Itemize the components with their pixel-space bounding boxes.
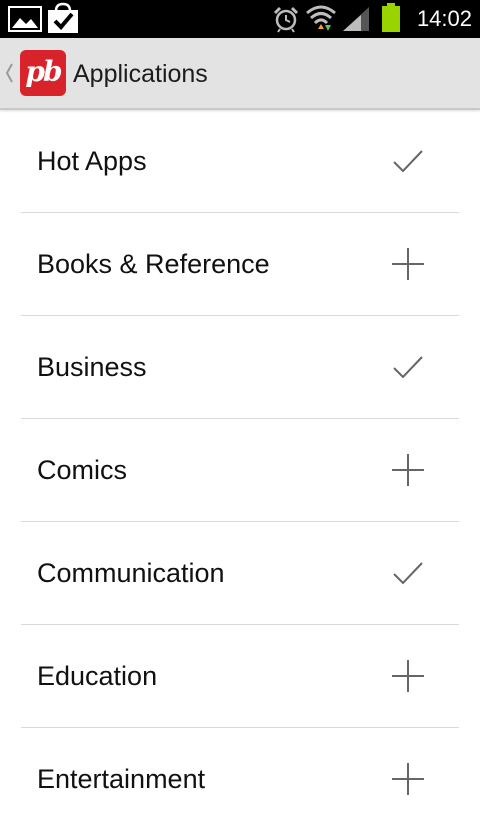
plus-icon[interactable] [392, 763, 424, 795]
list-item-label: Entertainment [37, 764, 206, 794]
status-time: 14:02 [416, 6, 472, 31]
list-item-label: Books & Reference [37, 249, 270, 279]
list-item-label: Hot Apps [37, 146, 147, 176]
checkmark-icon[interactable] [392, 145, 424, 177]
checkmark-icon[interactable] [392, 557, 424, 589]
alarm-icon [272, 5, 300, 38]
list-item-label: Comics [37, 455, 128, 485]
list-item-label: Communication [37, 558, 225, 588]
plus-icon[interactable] [392, 454, 424, 486]
list-item[interactable]: Books & Reference [0, 213, 480, 316]
gallery-icon [8, 6, 42, 37]
signal-icon [341, 5, 371, 38]
status-bar: 14:02 [0, 0, 480, 38]
list-item[interactable]: Education [0, 625, 480, 728]
list-item[interactable]: Hot Apps [0, 110, 480, 213]
battery-icon [381, 3, 401, 38]
list-item[interactable]: Comics [0, 419, 480, 522]
list-item-label: Education [37, 661, 158, 691]
checkmark-icon[interactable] [392, 351, 424, 383]
category-list: Hot Apps Books & Reference Business Comi… [0, 110, 480, 831]
action-bar: pb Applications [0, 38, 480, 110]
list-item[interactable]: Business [0, 316, 480, 419]
up-chevron-icon[interactable] [4, 61, 14, 85]
list-item-label: Business [37, 352, 147, 382]
app-logo-text: pb [25, 55, 62, 88]
app-logo[interactable]: pb [20, 50, 66, 96]
page-title: Applications [73, 60, 208, 88]
list-item[interactable]: Communication [0, 522, 480, 625]
shopping-bag-check-icon [46, 2, 80, 39]
list-item[interactable]: Entertainment [0, 728, 480, 831]
plus-icon[interactable] [392, 248, 424, 280]
wifi-icon [305, 3, 337, 38]
plus-icon[interactable] [392, 660, 424, 692]
